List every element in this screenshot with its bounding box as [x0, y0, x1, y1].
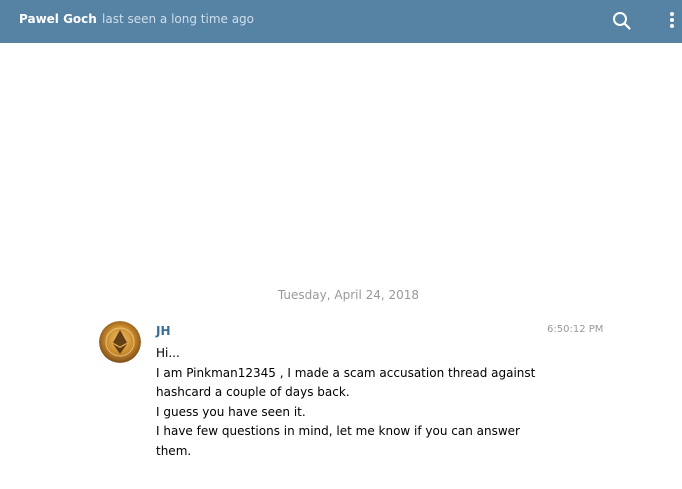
search-button[interactable]	[609, 8, 635, 34]
chat-header: Pawel Goch last seen a long time ago	[0, 0, 682, 43]
message-line: I guess you have seen it.	[156, 404, 306, 419]
message-line: them.	[156, 443, 192, 458]
date-divider: Tuesday, April 24, 2018	[277, 288, 420, 302]
contact-name[interactable]: Pawel Goch	[19, 12, 97, 26]
ethereum-avatar-icon	[99, 321, 141, 363]
message-text: Hi... I am Pinkman12345 , I made a scam …	[156, 344, 536, 461]
message-time: 6:50:12 PM	[547, 324, 604, 335]
more-menu-button[interactable]	[663, 8, 681, 34]
message-line: I have few questions in mind, let me kno…	[156, 424, 520, 438]
author-avatar[interactable]	[99, 321, 141, 363]
message-author[interactable]: JH	[156, 324, 171, 338]
message-line: hashcard a couple of days back.	[156, 385, 350, 399]
message-line: Hi...	[156, 346, 180, 360]
message-line: I am Pinkman12345 , I made a scam accusa…	[156, 365, 536, 380]
message-history[interactable]: Tuesday, April 24, 2018 JH 6:50:12 PM Hi…	[0, 43, 682, 489]
more-vertical-icon	[670, 12, 674, 28]
search-icon	[613, 12, 631, 30]
last-seen-status: last seen a long time ago	[102, 12, 255, 26]
